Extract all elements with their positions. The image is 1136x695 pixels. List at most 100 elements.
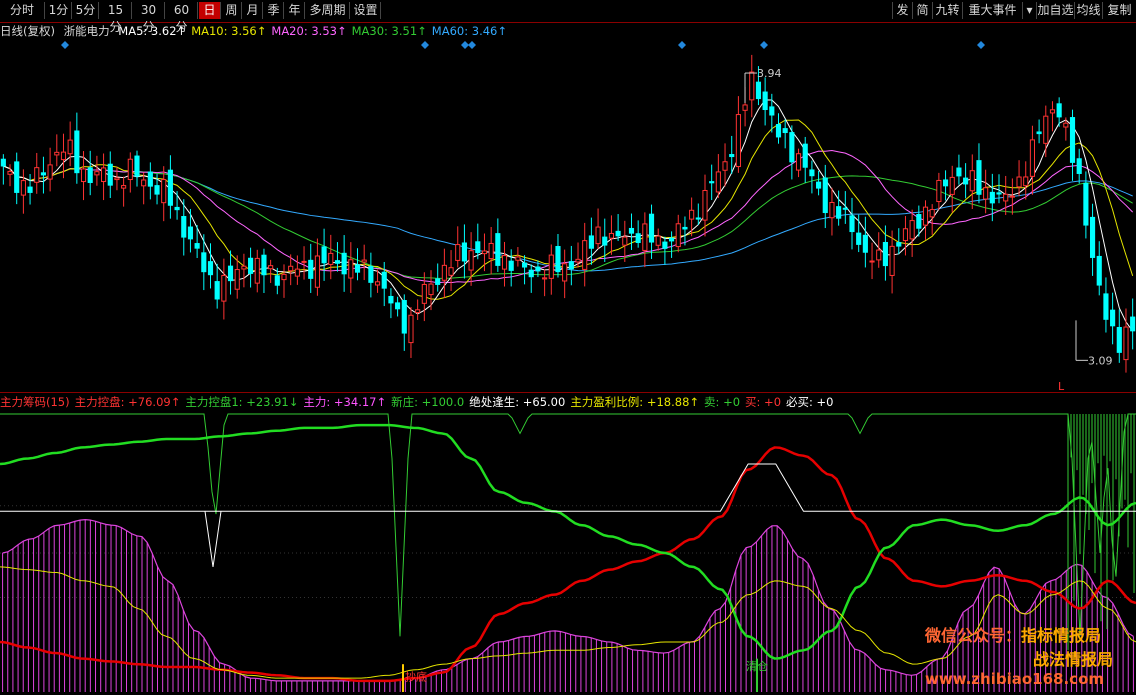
candle-68 — [455, 226, 461, 268]
candle-6 — [40, 156, 47, 194]
signal-marker-5 — [760, 41, 768, 49]
toolbar-right-button-3[interactable]: 重大事件 — [962, 2, 1022, 19]
indicator-legend-item-4: 新庄: +100.0 — [391, 395, 465, 409]
watermark-wechat: 微信公众号： — [925, 626, 1022, 645]
watermark-line2: 战法情报局 — [1033, 650, 1114, 669]
period-tab-10[interactable]: 年 — [285, 2, 305, 19]
period-tab-9[interactable]: 季 — [264, 2, 284, 19]
toolbar-right-button-7[interactable]: 复制 — [1102, 2, 1136, 19]
candle-body-37 — [248, 257, 254, 274]
jue-chu-dip — [204, 511, 222, 567]
candle-11 — [74, 112, 80, 184]
candle-body-124 — [829, 202, 835, 219]
candle-32 — [214, 263, 220, 309]
candle-body-110 — [735, 114, 741, 168]
candle-14 — [94, 155, 100, 186]
candle-99 — [662, 236, 668, 265]
candle-body-48 — [321, 246, 327, 264]
candle-body-49 — [328, 252, 334, 265]
candle-101 — [675, 214, 681, 253]
period-tab-6[interactable]: 日 — [199, 2, 221, 19]
period-tab-12[interactable]: 设置 — [351, 2, 381, 19]
toolbar-right-button-0[interactable]: 发 — [892, 2, 912, 19]
indicator-legend-item-0: 主力筹码(15) — [0, 395, 70, 409]
candle-1 — [7, 164, 13, 187]
period-tab-1[interactable]: 1分 — [46, 2, 72, 19]
toolbar-right-button-5[interactable]: 加自选 — [1036, 2, 1074, 19]
candle-body-148 — [989, 191, 995, 204]
candle-body-102 — [682, 226, 688, 230]
period-tab-0[interactable]: 分时 — [0, 2, 45, 19]
candle-body-33 — [221, 274, 227, 302]
candle-124 — [829, 187, 835, 236]
toolbar-right-button-2[interactable]: 九转 — [932, 2, 962, 19]
candle-8 — [54, 134, 60, 167]
period-tab-3[interactable]: 15分 — [100, 2, 132, 34]
candle-body-31 — [207, 261, 214, 276]
candle-body-131 — [876, 249, 882, 261]
candle-body-23 — [154, 185, 160, 195]
toolbar-right-button-1[interactable]: 简 — [912, 2, 932, 19]
candle-body-136 — [909, 220, 915, 240]
candle-body-20 — [134, 155, 140, 177]
candle-body-11 — [74, 130, 80, 174]
period-tab-7[interactable]: 周 — [222, 2, 242, 19]
candle-body-89 — [595, 226, 601, 245]
candle-body-113 — [755, 81, 762, 100]
period-tab-4[interactable]: 30分 — [133, 2, 165, 34]
candle-body-27 — [181, 216, 187, 238]
candle-107 — [715, 154, 721, 199]
period-tab-5[interactable]: 60分 — [166, 2, 198, 34]
candle-body-10 — [67, 139, 73, 155]
candle-47 — [314, 238, 320, 296]
candle-4 — [27, 174, 33, 205]
candle-0 — [0, 154, 6, 185]
toolbar-right-button-6[interactable]: 均线 — [1074, 2, 1102, 19]
candle-58 — [388, 288, 394, 319]
candle-body-39 — [261, 254, 267, 276]
stock-name-label: 浙能电力 — [63, 24, 110, 38]
indicator-legend-item-6: 主力盈利比例: +18.88↑ — [570, 395, 700, 409]
period-tab-2[interactable]: 5分 — [73, 2, 99, 19]
candle-121 — [809, 160, 815, 194]
candle-body-16 — [107, 163, 113, 186]
period-tab-8[interactable]: 月 — [243, 2, 263, 19]
candle-96 — [642, 212, 648, 268]
candle-body-132 — [882, 241, 888, 267]
candle-62 — [415, 299, 421, 320]
candle-10 — [67, 121, 73, 167]
indicator-legend: 主力筹码(15) 主力控盘: +76.09↑ 主力控盘1: +23.91↓ 主力: +… — [0, 394, 839, 410]
candle-98 — [655, 228, 661, 251]
candle-body-158 — [1056, 103, 1062, 118]
candle-body-38 — [254, 257, 260, 284]
candle-body-127 — [849, 215, 855, 233]
candle-body-123 — [822, 177, 828, 214]
candle-38 — [254, 249, 260, 293]
candle-body-126 — [842, 207, 848, 210]
candle-body-147 — [983, 187, 989, 200]
period-tab-11[interactable]: 多周期 — [306, 2, 350, 19]
main-bar-envelope — [2, 519, 1134, 682]
toolbar-right-button-4[interactable]: ▾ — [1022, 2, 1036, 19]
candle-body-168 — [1123, 326, 1129, 361]
candle-body-152 — [1016, 176, 1022, 188]
candle-120 — [802, 136, 808, 183]
period-toolbar: 分时 1分 5分 15分 30分 60分日周月季年多周期 设置 发简九转 重大事件 ▾ 加自选 均线复… — [0, 0, 1136, 34]
candle-74 — [495, 218, 501, 272]
candle-body-53 — [354, 264, 361, 273]
candle-138 — [922, 200, 929, 240]
candle-body-129 — [862, 234, 868, 253]
candle-65 — [435, 263, 441, 292]
ma10-line — [3, 119, 1134, 300]
candle-157 — [1049, 101, 1056, 132]
candle-body-88 — [588, 235, 594, 249]
candle-161 — [1076, 148, 1082, 184]
candle-body-63 — [421, 283, 427, 304]
candle-51 — [341, 235, 347, 292]
candle-body-155 — [1036, 131, 1042, 135]
candle-body-157 — [1049, 109, 1056, 114]
ma-legend-item-2: MA20: 3.53↑ — [271, 24, 347, 38]
candle-body-25 — [167, 169, 173, 206]
candle-body-118 — [789, 132, 795, 163]
candle-body-97 — [648, 213, 655, 243]
